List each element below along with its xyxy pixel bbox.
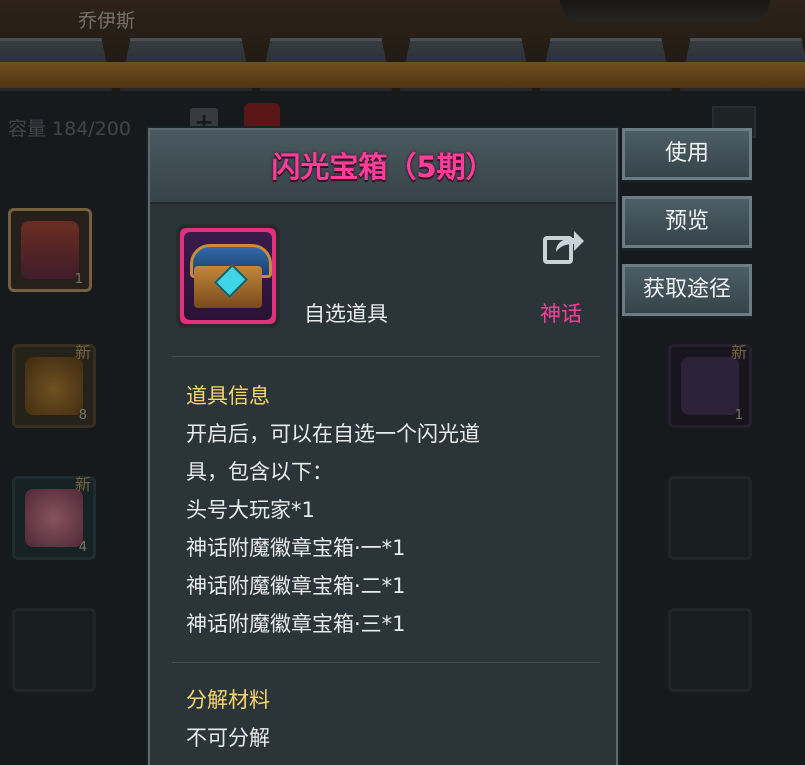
treasure-chest-icon (184, 232, 272, 320)
popup-title: 闪光宝箱（5期） (271, 150, 495, 184)
divider (172, 662, 600, 663)
divider (172, 356, 600, 357)
item-detail-popup: 闪光宝箱（5期） 自选道具 神话 道具信息 开启后，可以在自选一个闪光道 具，包… (148, 128, 618, 765)
description-line: 头号大玩家*1 (186, 498, 315, 522)
description-line: 神话附魔徽章宝箱·一*1 (186, 536, 406, 560)
item-icon-frame (176, 224, 280, 328)
decompose-text: 不可分解 (186, 726, 270, 750)
item-type-label: 自选道具 (304, 302, 388, 326)
popup-header: 闪光宝箱（5期） (150, 130, 616, 204)
decompose-title: 分解材料 (186, 688, 270, 712)
preview-button[interactable]: 预览 (622, 196, 752, 248)
share-icon[interactable] (542, 228, 586, 266)
description-line: 神话附魔徽章宝箱·三*1 (186, 612, 406, 636)
acquire-source-button[interactable]: 获取途径 (622, 264, 752, 316)
description-line: 开启后，可以在自选一个闪光道 (186, 422, 480, 446)
item-info-title: 道具信息 (186, 384, 270, 408)
description-line: 具，包含以下： (186, 460, 333, 484)
item-rarity-label: 神话 (540, 302, 582, 326)
description-line: 神话附魔徽章宝箱·二*1 (186, 574, 406, 598)
use-button[interactable]: 使用 (622, 128, 752, 180)
